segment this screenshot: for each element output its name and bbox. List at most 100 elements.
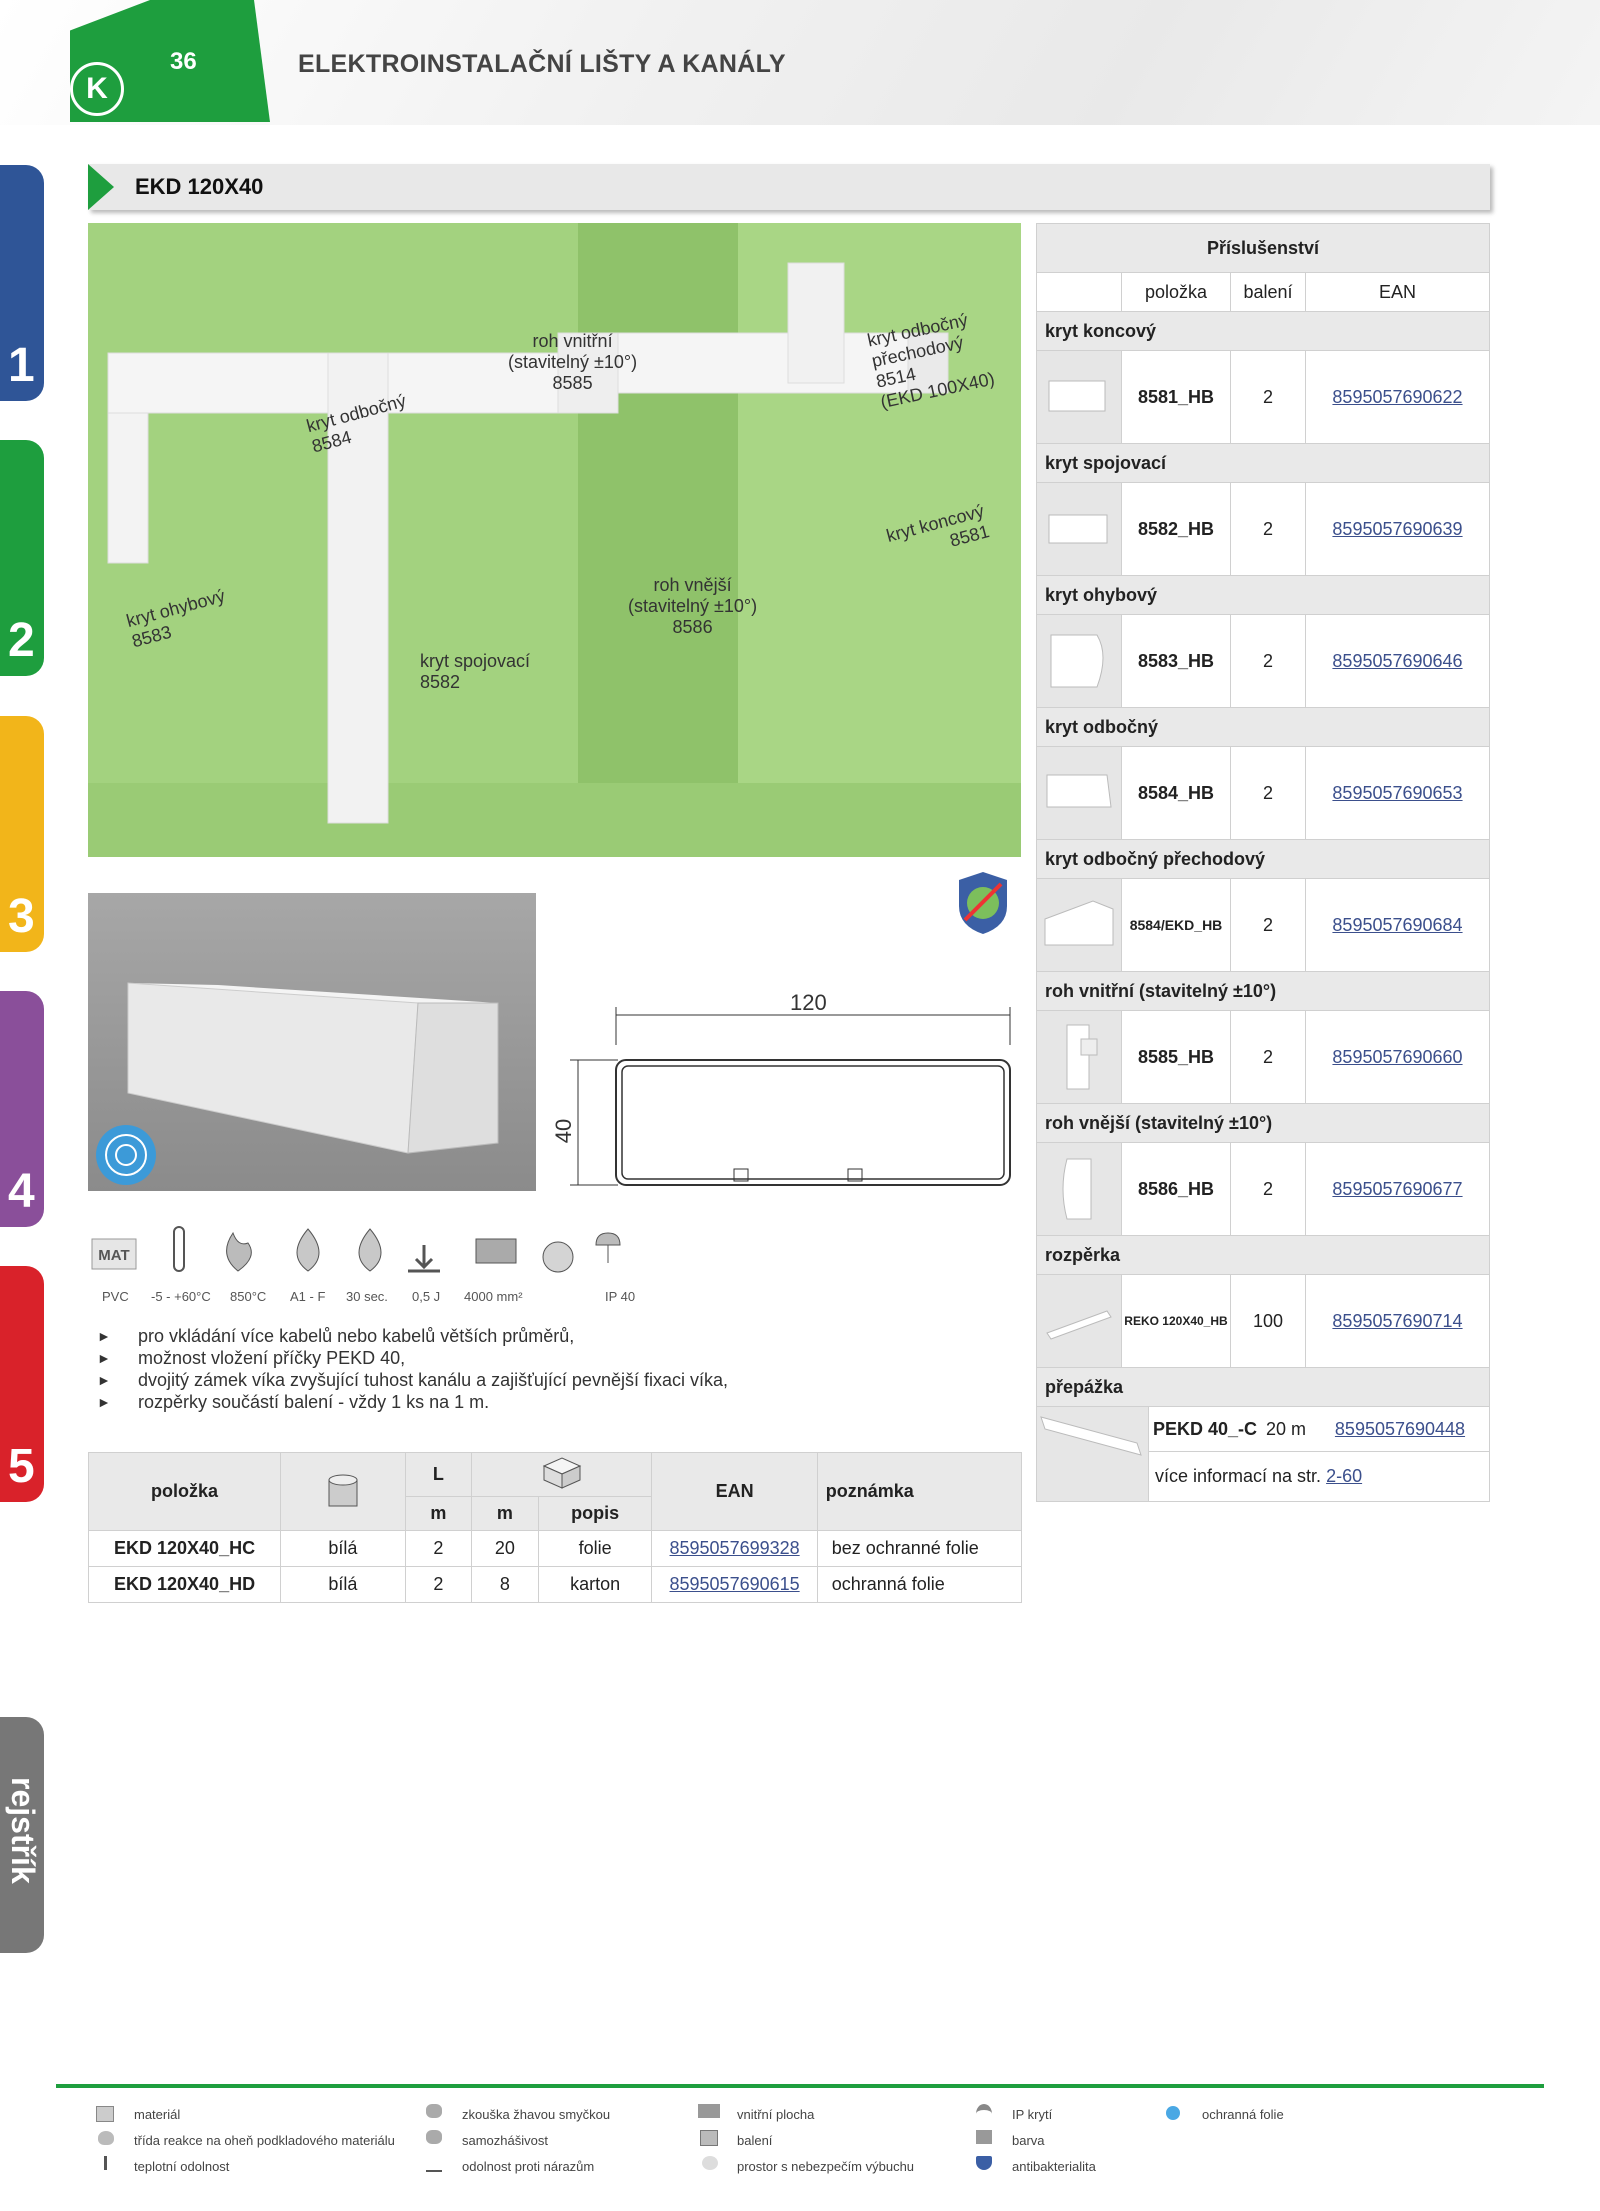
svg-text:MAT: MAT <box>98 1247 129 1264</box>
legend-item: prostor s nebezpečím výbuchu <box>737 2159 915 2174</box>
legend-item: třída reakce na oheň podkladového materi… <box>134 2133 395 2148</box>
ean-link[interactable]: 8595057690653 <box>1332 783 1462 804</box>
self-extinguishing-icon <box>426 2130 442 2144</box>
accessory-category: kryt ohybový <box>1036 576 1490 615</box>
page-link[interactable]: 2-60 <box>1326 1466 1362 1487</box>
col-ean: EAN <box>651 1452 818 1531</box>
footer-line <box>56 2084 1544 2088</box>
legend-item: samozhášivost <box>462 2133 548 2148</box>
protective-foil-icon <box>1166 2106 1180 2120</box>
icon-caption-fire-class: A1 - F <box>290 1289 326 1304</box>
accessory-category: kryt odbočný přechodový <box>1036 840 1490 879</box>
ean-link[interactable]: 8595057690615 <box>670 1574 800 1594</box>
accessory-row: 8582_HB 2 8595057690639 <box>1036 483 1490 576</box>
ean-link[interactable]: 8595057690448 <box>1335 1419 1465 1440</box>
accessory-row: REKO 120X40_HB 100 8595057690714 <box>1036 1275 1490 1368</box>
accessory-category: kryt spojovací <box>1036 444 1490 483</box>
brand-logo: K <box>70 62 124 116</box>
ean-link[interactable]: 8595057690622 <box>1332 387 1462 408</box>
ean-link[interactable]: 8595057690639 <box>1332 519 1462 540</box>
accessory-row-last: PEKD 40_-C 20 m 8595057690448 více infor… <box>1036 1407 1490 1502</box>
more-info: více informací na str. 2-60 <box>1155 1466 1363 1487</box>
side-tab-4[interactable]: 4 <box>0 991 44 1227</box>
side-tab-index[interactable]: rejstřík <box>0 1717 44 1953</box>
accessory-row: 8584/EKD_HB 2 8595057690684 <box>1036 879 1490 972</box>
accessory-image <box>1037 1407 1149 1501</box>
feature-item: rozpěrky součástí balení - vždy 1 ks na … <box>92 1391 728 1413</box>
accessory-category: roh vnitřní (stavitelný ±10°) <box>1036 972 1490 1011</box>
accessory-image <box>1037 483 1122 575</box>
paint-bucket-icon <box>328 1474 358 1507</box>
table-row: EKD 120X40_HC bílá 2 20 folie 8595057699… <box>87 1530 1023 1567</box>
accessories-title: Příslušenství <box>1036 223 1490 273</box>
accessory-row: 8586_HB 2 8595057690677 <box>1036 1143 1490 1236</box>
ean-link[interactable]: 8595057690660 <box>1332 1047 1462 1068</box>
icon-caption-inner-area: 4000 mm² <box>464 1289 523 1304</box>
legend-item: zkouška žhavou smyčkou <box>462 2107 611 2122</box>
accessory-image <box>1037 747 1122 839</box>
accessories-table: Příslušenství položka balení EAN kryt ko… <box>1036 223 1490 1502</box>
explosive-icon <box>702 2156 718 2170</box>
page-title[interactable]: ELEKTROINSTALAČNÍ LIŠTY A KANÁLY <box>298 50 786 79</box>
inner-area-icon <box>698 2104 720 2118</box>
dimension-width: 120 <box>790 990 827 1015</box>
dimension-drawing <box>570 1007 1011 1186</box>
ean-link[interactable]: 8595057690646 <box>1332 651 1462 672</box>
icon-caption-temperature: -5 - +60°C <box>151 1289 211 1304</box>
thermometer-icon <box>104 2156 107 2170</box>
label-kryt-spojovaci: kryt spojovací 8582 <box>420 651 531 692</box>
side-tab-3[interactable]: 3 <box>0 716 44 952</box>
accessory-category: kryt koncový <box>1036 312 1490 351</box>
accessories-columns: položka balení EAN <box>1036 273 1490 312</box>
ean-link[interactable]: 8595057699328 <box>670 1538 800 1558</box>
accessory-image <box>1037 1143 1122 1235</box>
antibacterial-icon <box>976 2156 992 2170</box>
product-photo <box>88 893 536 1191</box>
accessory-row: 8584_HB 2 8595057690653 <box>1036 747 1490 840</box>
col-color <box>280 1452 406 1531</box>
legend-item: vnitřní plocha <box>737 2107 815 2122</box>
table-row: EKD 120X40_HD bílá 2 8 karton 8595057690… <box>87 1566 1023 1603</box>
legend-item: barva <box>1012 2133 1045 2148</box>
accessory-category: roh vnější (stavitelný ±10°) <box>1036 1104 1490 1143</box>
side-tab-5[interactable]: 5 <box>0 1266 44 1502</box>
installation-photo: kryt odbočný 8584 roh vnitřní (staviteln… <box>88 223 1021 857</box>
accessory-category: rozpěrka <box>1036 1236 1490 1275</box>
ean-link[interactable]: 8595057690677 <box>1332 1179 1462 1200</box>
product-table: položka L EAN poznámka m m popis EKD 120… <box>87 1452 1023 1603</box>
ean-link[interactable]: 8595057690684 <box>1332 915 1462 936</box>
accessory-row: 8581_HB 2 8595057690622 <box>1036 351 1490 444</box>
accessory-image <box>1037 1275 1122 1367</box>
feature-item: možnost vložení příčky PEKD 40, <box>92 1347 728 1369</box>
icon-caption-glow-wire: 850°C <box>230 1289 267 1304</box>
col-packaging <box>471 1452 653 1497</box>
icon-caption-ip: IP 40 <box>605 1289 636 1304</box>
accessory-category: přepážka <box>1036 1368 1490 1407</box>
feature-item: pro vkládání více kabelů nebo kabelů vět… <box>92 1325 728 1347</box>
accessory-row: 8583_HB 2 8595057690646 <box>1036 615 1490 708</box>
ean-link[interactable]: 8595057690714 <box>1332 1311 1462 1332</box>
icon-caption-self-extinguishing: 30 sec. <box>346 1289 388 1304</box>
col-poznamka: poznámka <box>816 1452 1023 1531</box>
label-roh-vnitrni: roh vnitřní (stavitelný ±10°) 8585 <box>508 331 638 393</box>
legend-item: balení <box>737 2133 773 2148</box>
glow-wire-icon <box>426 2104 442 2118</box>
fire-class-icon <box>98 2131 114 2145</box>
feature-list: pro vkládání více kabelů nebo kabelů vět… <box>92 1325 728 1413</box>
accessory-image <box>1037 879 1122 971</box>
legend-item: odolnost proti nárazům <box>462 2159 595 2174</box>
section-bar <box>88 164 1490 210</box>
side-tab-2[interactable]: 2 <box>0 440 44 676</box>
col-polozka: položka <box>87 1452 282 1531</box>
legend-item: teplotní odolnost <box>134 2159 230 2174</box>
feature-item: dvojitý zámek víka zvyšující tuhost kaná… <box>92 1369 728 1391</box>
label-roh-vnejsi: roh vnější (stavitelný ±10°) 8586 <box>628 575 758 637</box>
accessory-category: kryt odbočný <box>1036 708 1490 747</box>
box-icon <box>700 2130 718 2146</box>
accessory-row: 8585_HB 2 8595057690660 <box>1036 1011 1490 1104</box>
side-tab-1[interactable]: 1 <box>0 165 44 401</box>
ip-icon <box>976 2104 992 2124</box>
col-L: L <box>404 1452 473 1497</box>
accessory-image <box>1037 615 1122 707</box>
antibacterial-icon <box>959 872 1007 934</box>
